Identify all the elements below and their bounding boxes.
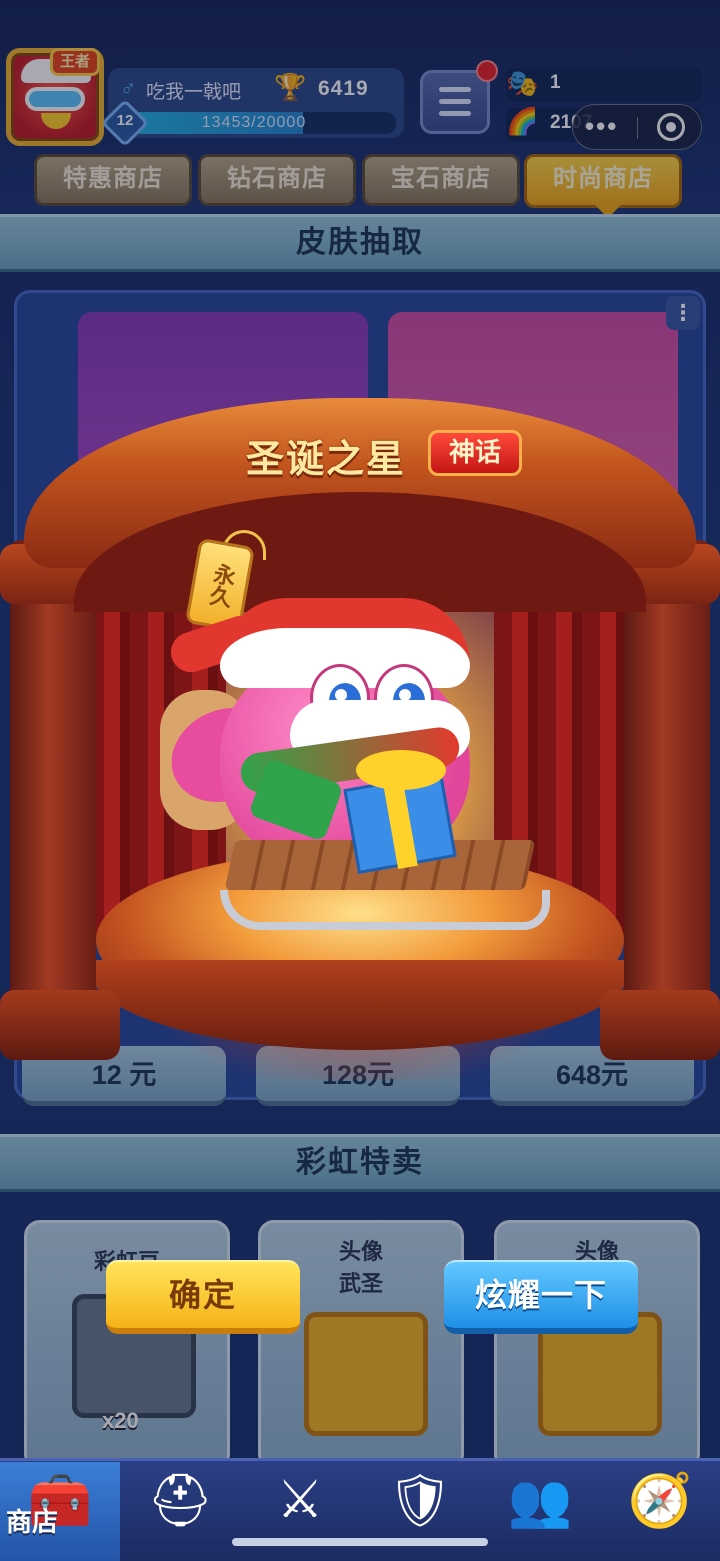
pillar-base-left	[0, 990, 120, 1060]
santa-skin-character	[156, 590, 560, 950]
gift-bow	[356, 750, 446, 790]
pillar-base-right	[600, 990, 720, 1060]
nav-equipment[interactable]: ⛑	[120, 1462, 240, 1561]
pillar-right	[624, 540, 710, 1020]
nav-explore[interactable]: 🧭	[600, 1462, 720, 1561]
rarity-badge: 神话	[428, 430, 522, 476]
knight-helmet-icon: ⛑	[146, 1472, 213, 1530]
nav-team[interactable]: 👥	[480, 1462, 600, 1561]
compass-icon: 🧭	[627, 1472, 693, 1530]
nav-battle[interactable]: ⚔	[240, 1462, 360, 1561]
crossed-swords-icon: ⚔	[276, 1471, 324, 1529]
confirm-button[interactable]: 确定	[106, 1260, 300, 1334]
nav-shop-label: 商店	[6, 1507, 59, 1537]
nav-ranking[interactable]: 🛡	[360, 1462, 480, 1561]
team-banner-icon: 👥	[507, 1472, 573, 1530]
pillar-left	[10, 540, 96, 1020]
share-button[interactable]: 炫耀一下	[444, 1260, 638, 1334]
sled-runner	[220, 890, 550, 930]
home-indicator	[232, 1538, 488, 1546]
crown-shield-icon: 🛡	[386, 1472, 453, 1530]
reward-skin-name: 圣诞之星	[246, 439, 407, 481]
